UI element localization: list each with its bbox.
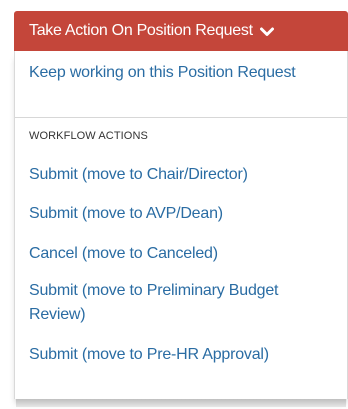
menu-divider	[15, 117, 347, 118]
take-action-button-label: Take Action On Position Request	[29, 22, 253, 39]
menu-shadow	[16, 399, 346, 407]
take-action-dropdown: Take Action On Position Request Keep wor…	[0, 0, 348, 409]
menu-item-submit-chair-director[interactable]: Submit (move to Chair/Director)	[29, 163, 329, 187]
take-action-button[interactable]: Take Action On Position Request	[14, 11, 348, 51]
menu-item-submit-avp-dean[interactable]: Submit (move to AVP/Dean)	[29, 202, 329, 226]
chevron-down-icon	[259, 27, 274, 37]
menu-item-submit-pre-hr-approval[interactable]: Submit (move to Pre-HR Approval)	[29, 343, 279, 367]
menu-item-submit-preliminary-budget-review[interactable]: Submit (move to Preliminary Budget Revie…	[29, 279, 299, 327]
menu-item-cancel[interactable]: Cancel (move to Canceled)	[29, 242, 329, 266]
menu-item-keep-working[interactable]: Keep working on this Position Request	[29, 61, 329, 85]
dropdown-menu: Keep working on this Position Request WO…	[14, 51, 348, 399]
workflow-actions-header: WORKFLOW ACTIONS	[29, 130, 148, 142]
